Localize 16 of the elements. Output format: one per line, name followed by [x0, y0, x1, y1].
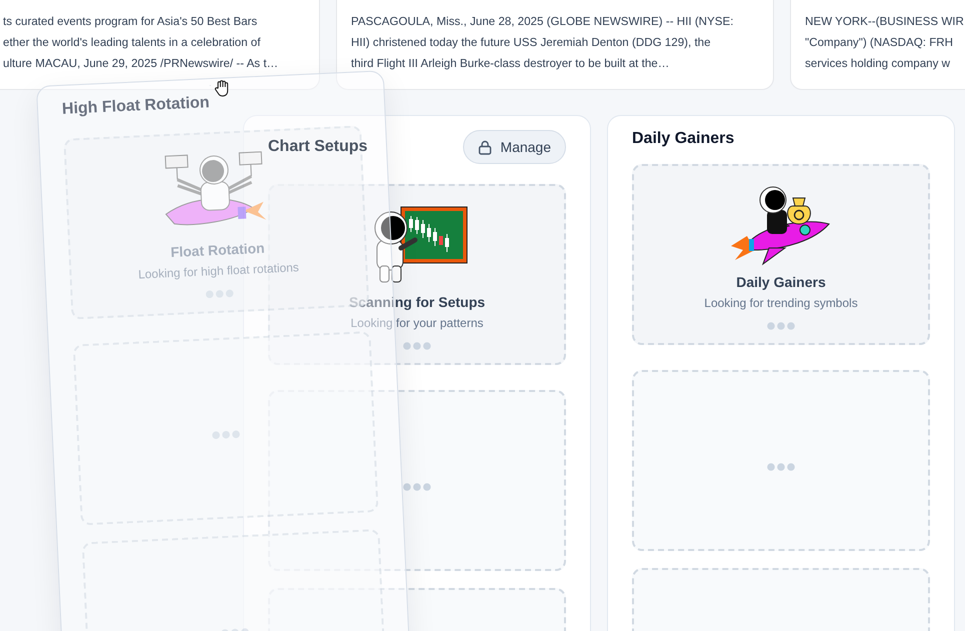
slot-subtitle: Looking for trending symbols	[704, 296, 858, 310]
news-text: "Company") (NASDAQ: FRH	[805, 35, 954, 51]
news-text: HII) christened today the future USS Jeremiah Denton (DDG 129), the	[351, 35, 711, 51]
widget-title: Daily Gainers	[632, 130, 734, 148]
news-text: NEW YORK--(BUSINESS WIR	[805, 14, 964, 30]
news-text: ether the world's leading talents in a celebration of	[3, 35, 260, 51]
slot-title: Daily Gainers	[736, 274, 826, 290]
news-text: services holding company w	[805, 56, 950, 72]
widget-title: Chart Setups	[268, 138, 368, 156]
news-text: third Flight III Arleigh Burke-class destroyer to be built at the…	[351, 56, 670, 72]
slot-subtitle: Looking for high float rotations	[138, 260, 300, 282]
news-text: ulture MACAU, June 29, 2025 /PRNewswire/ -- As t…	[3, 56, 278, 72]
news-text: ts curated events program for Asia's 50 Best Bars	[3, 14, 258, 30]
slot-title: Float Rotation	[170, 240, 265, 260]
news-text: PASCAGOULA, Miss., June 28, 2025 (GLOBE NEWSWIRE) -- HII (NYSE:	[351, 14, 734, 30]
widget-title: High Float Rotation	[62, 94, 210, 119]
